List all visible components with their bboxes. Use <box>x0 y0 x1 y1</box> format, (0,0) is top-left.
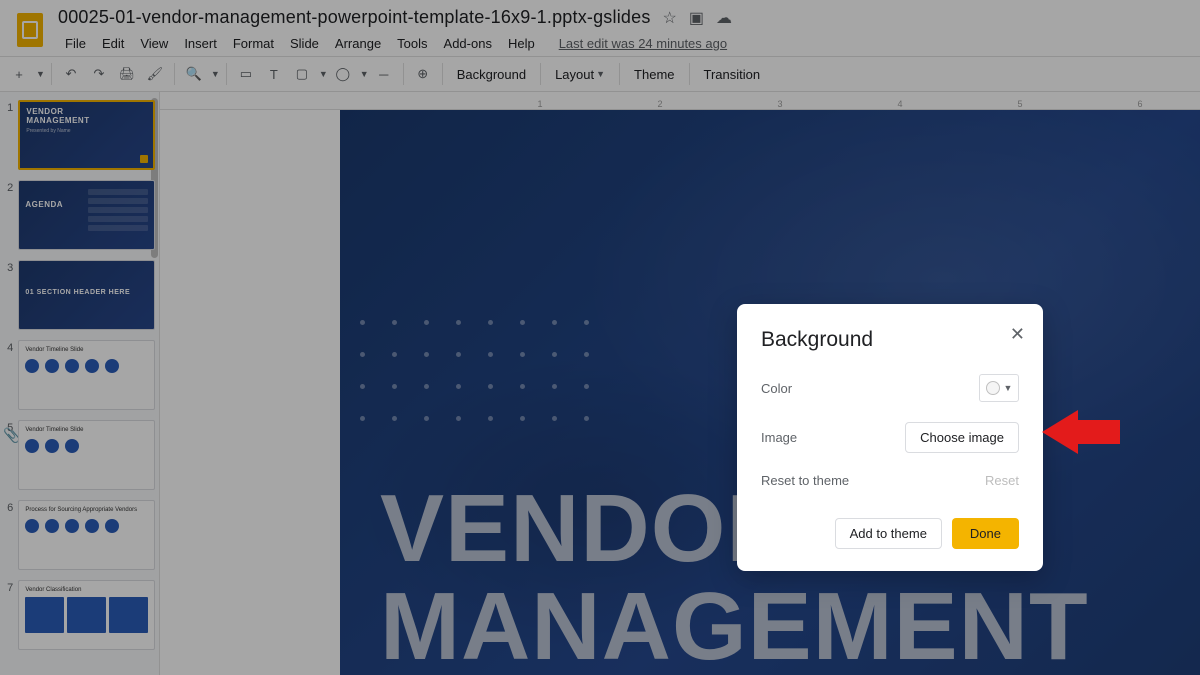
done-button[interactable]: Done <box>952 518 1019 549</box>
reset-button[interactable]: Reset <box>985 473 1019 488</box>
choose-image-button[interactable]: Choose image <box>905 422 1019 453</box>
color-picker-button[interactable]: ▼ <box>979 374 1019 402</box>
reset-label: Reset to theme <box>761 473 849 488</box>
add-to-theme-button[interactable]: Add to theme <box>835 518 942 549</box>
background-dialog: Background ✕ Color ▼ Image Choose image … <box>737 304 1043 571</box>
annotation-arrow <box>1042 410 1078 454</box>
dialog-title: Background <box>761 328 1019 352</box>
color-label: Color <box>761 381 792 396</box>
close-icon[interactable]: ✕ <box>1010 324 1025 345</box>
image-label: Image <box>761 430 797 445</box>
color-swatch-icon <box>986 381 1000 395</box>
